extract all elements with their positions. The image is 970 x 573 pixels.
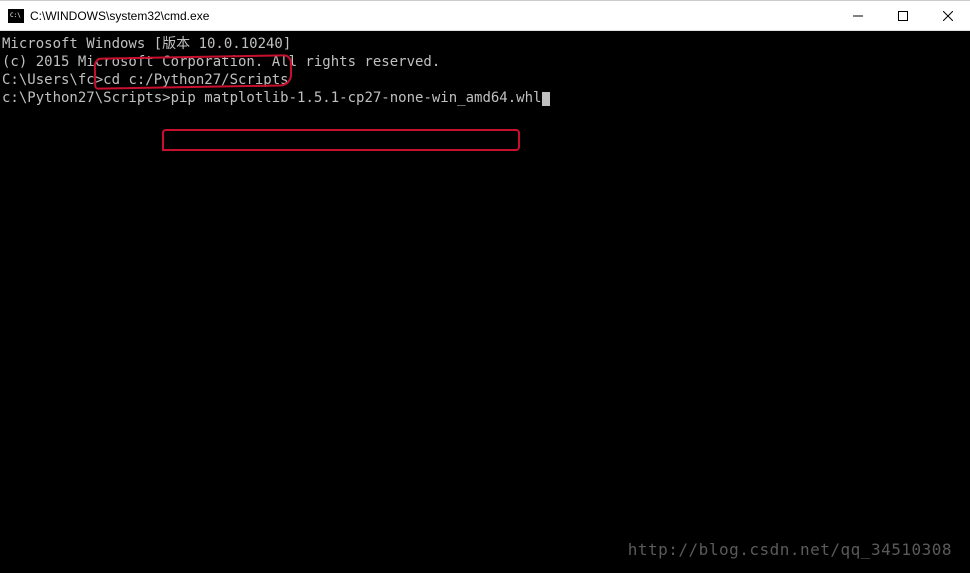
prompt-line: c:\Python27\Scripts>pip matplotlib-1.5.1… (2, 89, 968, 107)
maximize-button[interactable] (880, 1, 925, 30)
watermark-text: http://blog.csdn.net/qq_34510308 (628, 541, 952, 559)
window-title: C:\WINDOWS\system32\cmd.exe (30, 9, 209, 23)
titlebar-left: C:\WINDOWS\system32\cmd.exe (8, 9, 209, 23)
prompt: C:\Users\fc> (2, 72, 103, 88)
command-text: cd c:/Python27/Scripts (103, 72, 288, 88)
cmd-icon (8, 9, 24, 23)
window-controls (835, 1, 970, 30)
maximize-icon (898, 11, 908, 21)
prompt: c:\Python27\Scripts> (2, 90, 171, 106)
cmd-window: C:\WINDOWS\system32\cmd.exe Microsoft Wi… (0, 0, 970, 573)
minimize-button[interactable] (835, 1, 880, 30)
titlebar[interactable]: C:\WINDOWS\system32\cmd.exe (0, 1, 970, 31)
output-line: (c) 2015 Microsoft Corporation. All righ… (2, 53, 968, 71)
minimize-icon (853, 11, 863, 21)
output-line: Microsoft Windows [版本 10.0.10240] (2, 35, 968, 53)
close-icon (943, 11, 953, 21)
terminal-area[interactable]: Microsoft Windows [版本 10.0.10240] (c) 20… (0, 31, 970, 573)
command-text: pip matplotlib-1.5.1-cp27-none-win_amd64… (171, 90, 542, 106)
close-button[interactable] (925, 1, 970, 30)
cursor (542, 92, 550, 106)
prompt-line: C:\Users\fc>cd c:/Python27/Scripts (2, 71, 968, 89)
